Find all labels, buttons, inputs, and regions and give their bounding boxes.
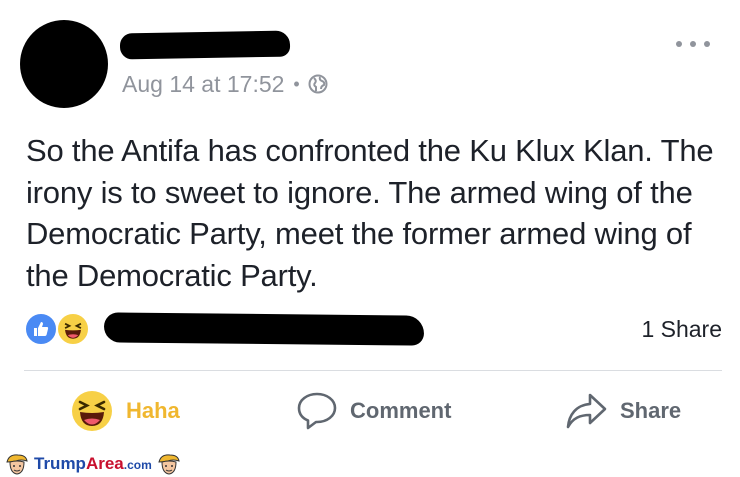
globe-icon[interactable] — [308, 74, 328, 94]
meta-separator: • — [293, 73, 300, 94]
share-button[interactable]: Share — [564, 388, 681, 434]
comment-icon — [297, 392, 337, 430]
post-meta: Aug 14 at 17:52 • — [122, 70, 328, 98]
divider — [24, 370, 722, 371]
watermark: TrumpArea.com — [4, 452, 182, 476]
trump-caricature-icon — [6, 454, 28, 475]
post-body: So the Antifa has confronted the Ku Klux… — [26, 133, 714, 293]
haha-icon — [56, 312, 90, 346]
more-dot — [690, 41, 696, 47]
watermark-brand-part2: Area — [85, 454, 124, 473]
comment-button[interactable]: Comment — [296, 388, 451, 434]
reactions-summary[interactable]: 1 Share — [24, 310, 724, 348]
watermark-brand: TrumpArea.com — [34, 454, 152, 474]
share-arrow-icon — [566, 393, 607, 429]
author-name-redacted[interactable] — [119, 30, 291, 60]
comment-label: Comment — [350, 398, 452, 423]
haha-label: Haha — [126, 398, 180, 423]
more-dot — [704, 41, 710, 47]
watermark-brand-suffix: .com — [123, 458, 152, 472]
trump-caricature-icon — [158, 454, 180, 475]
share-count[interactable]: 1 Share — [641, 316, 722, 343]
watermark-brand-part1: Trump — [34, 454, 86, 473]
reactors-names-redacted[interactable] — [103, 312, 425, 346]
post-timestamp[interactable]: Aug 14 at 17:52 — [122, 71, 284, 98]
share-label: Share — [620, 398, 682, 423]
avatar[interactable] — [20, 20, 108, 108]
haha-button[interactable]: Haha — [70, 388, 180, 434]
like-icon — [24, 312, 58, 346]
more-options-icon[interactable] — [676, 38, 710, 50]
more-dot — [676, 41, 682, 47]
haha-icon — [72, 391, 112, 431]
